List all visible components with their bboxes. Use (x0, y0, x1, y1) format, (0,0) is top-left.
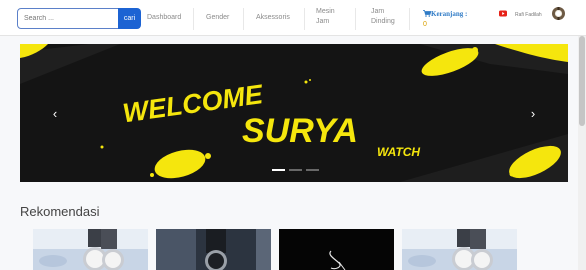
chevron-left-icon: ‹ (52, 105, 58, 121)
chevron-right-icon: › (530, 105, 536, 121)
banner-carousel: WELCOME SURYA WATCH ‹ › (20, 44, 568, 182)
product-card[interactable] (156, 229, 271, 270)
product-card[interactable] (279, 229, 394, 270)
carousel-indicator[interactable] (306, 169, 319, 171)
nav-link-dashboard[interactable]: Dashboard (147, 13, 181, 23)
carousel-next-button[interactable]: › (498, 44, 568, 182)
scrollbar-thumb[interactable] (579, 36, 585, 126)
carousel-prev-button[interactable]: ‹ (20, 44, 90, 182)
user-name[interactable]: Rafi Fadilah (515, 12, 542, 18)
product-card[interactable] (402, 229, 517, 270)
banner-watch-text: WATCH (377, 145, 420, 159)
search-button[interactable]: cari (118, 8, 141, 29)
youtube-icon[interactable] (499, 10, 507, 17)
carousel-indicator[interactable] (289, 169, 302, 171)
nav-divider (304, 8, 305, 30)
nav-link-gender[interactable]: Gender (206, 13, 229, 23)
product-image (402, 229, 517, 270)
page-scrollbar[interactable] (578, 36, 586, 270)
product-image (156, 229, 271, 270)
product-image (33, 229, 148, 270)
cart-link[interactable]: Keranjang : 0 (423, 9, 467, 30)
search-input[interactable] (17, 8, 119, 29)
nav-divider (409, 8, 410, 30)
cart-count: 0 (423, 21, 427, 28)
section-title: Rekomendasi (20, 204, 100, 219)
cart-icon (423, 10, 432, 17)
carousel-indicators (272, 169, 319, 171)
banner-image: WELCOME SURYA WATCH (20, 44, 568, 182)
avatar[interactable] (552, 7, 565, 20)
nav-divider (355, 8, 356, 30)
nav-link-jam-dinding[interactable]: Jam Dinding (371, 7, 395, 27)
nav-link-aksessoris[interactable]: Aksessoris (256, 13, 290, 23)
nav-link-mesin-jam[interactable]: Mesin Jam (316, 7, 335, 27)
carousel-indicator[interactable] (272, 169, 285, 171)
product-image (279, 229, 394, 270)
nav-divider (243, 8, 244, 30)
top-navbar: cari Dashboard Gender Aksessoris Mesin J… (0, 0, 586, 36)
product-card[interactable] (33, 229, 148, 270)
banner-surya-text: SURYA (242, 112, 358, 150)
cart-label: Keranjang : (431, 10, 468, 18)
nav-divider (193, 8, 194, 30)
